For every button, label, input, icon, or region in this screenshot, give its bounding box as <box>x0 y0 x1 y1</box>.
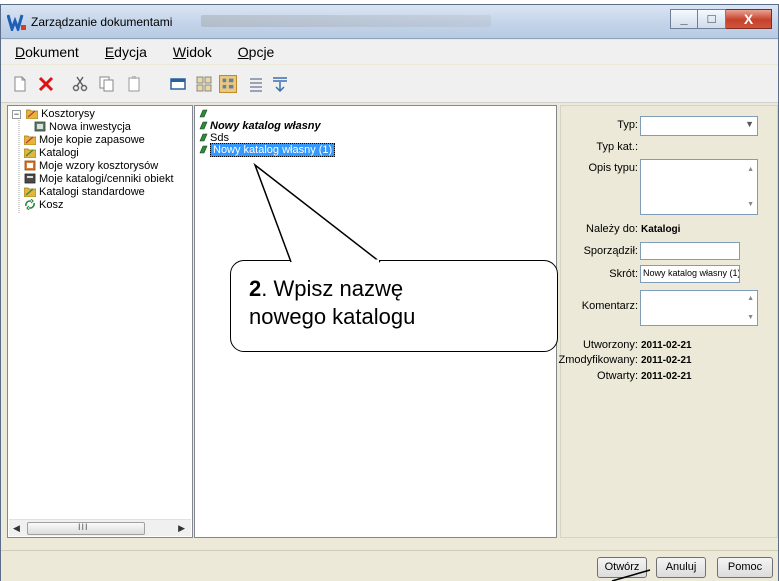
chevron-down-icon[interactable]: ▼ <box>745 119 754 129</box>
window-controls: _ □ X <box>670 9 772 29</box>
close-button[interactable]: X <box>726 9 772 29</box>
details-view-icon[interactable] <box>219 75 237 93</box>
typ-select[interactable]: ▼ <box>640 116 758 136</box>
menu-bar: Dokument Edycja Widok Opcje <box>1 40 778 64</box>
anuluj-button[interactable]: Anuluj <box>656 557 706 578</box>
document-list: Nowy katalog własny Sds Nowy katalog wła… <box>199 108 336 157</box>
tree-item-katalogi-standardowe[interactable]: Katalogi standardowe <box>12 186 174 199</box>
close-icon: X <box>743 11 754 27</box>
window-title: Zarządzanie dokumentami <box>31 15 173 29</box>
menu-edycja[interactable]: Edycja <box>105 44 147 60</box>
skrot-label: Skrót: <box>609 268 638 280</box>
tree-item-moje-wzory-kosztorysow[interactable]: Moje wzory kosztorysów <box>12 160 174 173</box>
nalezy-do-value: Katalogi <box>641 224 681 235</box>
catalog-icon <box>199 109 208 118</box>
utworzony-value: 2011-02-21 <box>641 340 692 351</box>
tree-item-moje-katalogi-cenniki[interactable]: Moje katalogi/cenniki obiekt <box>12 173 174 186</box>
tree-item-katalogi[interactable]: Katalogi <box>12 147 174 160</box>
catalog-icon <box>199 121 208 130</box>
skrot-field[interactable]: Nowy katalog własny (1) <box>640 265 740 283</box>
tree-item-moje-kopie-zapasowe[interactable]: Moje kopie zapasowe <box>12 134 174 147</box>
typ-kat-label: Typ kat.: <box>596 141 638 153</box>
tree-connector-lines <box>18 120 20 213</box>
zmodyfikowany-label: Zmodyfikowany: <box>558 354 638 366</box>
tree-item-kosztorysy[interactable]: − Kosztorysy <box>12 108 174 121</box>
nalezy-do-label: Należy do: <box>586 223 638 235</box>
list-item[interactable] <box>199 108 335 120</box>
menu-opcje[interactable]: Opcje <box>238 44 275 60</box>
list-item-selected[interactable]: Nowy katalog własny (1) <box>199 143 336 157</box>
callout-text: 2. Wpisz nazwę nowego katalogu <box>249 275 415 331</box>
horizontal-scrollbar[interactable]: ◀ III ▶ <box>9 519 191 536</box>
scroll-down-icon[interactable]: ▼ <box>747 201 754 208</box>
typ-label: Typ: <box>617 119 638 131</box>
sporzadzil-field[interactable] <box>640 242 740 260</box>
otworz-button[interactable]: Otwórz <box>597 557 647 578</box>
properties-pane: Typ: ▼ Typ kat.: Opis typu: ▲ ▼ Należy d… <box>558 105 778 538</box>
document-icon <box>34 121 46 132</box>
maximize-button[interactable]: □ <box>698 9 726 29</box>
sporzadzil-label: Sporządził: <box>583 245 638 257</box>
opis-typu-field[interactable]: ▲ ▼ <box>640 159 758 215</box>
catalog-icon <box>199 145 208 154</box>
toolbar <box>1 65 778 103</box>
komentarz-field[interactable]: ▲ ▼ <box>640 290 758 326</box>
list-view-icon[interactable] <box>247 75 265 93</box>
scroll-right-icon[interactable]: ▶ <box>178 523 185 534</box>
scroll-left-icon[interactable]: ◀ <box>13 523 20 534</box>
scroll-down-icon[interactable]: ▼ <box>747 314 754 321</box>
folder-tree-pane: − Kosztorysy Nowa inwestycja Moje kopie … <box>7 105 193 538</box>
list-item[interactable]: Nowy katalog własny <box>199 120 335 132</box>
title-bar: Zarządzanie dokumentami _ □ X <box>1 5 778 39</box>
maximize-icon: □ <box>707 11 716 26</box>
otwarty-value: 2011-02-21 <box>641 371 692 382</box>
scroll-up-icon[interactable]: ▲ <box>747 295 754 302</box>
komentarz-label: Komentarz: <box>581 300 638 312</box>
menu-widok[interactable]: Widok <box>173 44 212 60</box>
catalog-icon <box>199 133 208 142</box>
pomoc-button[interactable]: Pomoc <box>717 557 773 578</box>
scroll-thumb[interactable]: III <box>27 522 145 535</box>
folder-icon <box>26 109 39 119</box>
scroll-up-icon[interactable]: ▲ <box>747 166 754 173</box>
menu-dokument[interactable]: Dokument <box>15 44 79 60</box>
opis-typu-label: Opis typu: <box>588 162 638 174</box>
delete-icon[interactable] <box>37 75 55 93</box>
collapse-icon[interactable]: − <box>12 110 21 119</box>
utworzony-label: Utworzony: <box>582 339 638 351</box>
app-logo-icon <box>7 14 26 31</box>
bottom-button-bar: Otwórz Anuluj Pomoc <box>1 550 778 581</box>
filter-icon[interactable] <box>271 75 289 93</box>
tree-item-nowa-inwestycja[interactable]: Nowa inwestycja <box>12 121 174 134</box>
folder-tree: − Kosztorysy Nowa inwestycja Moje kopie … <box>12 108 174 213</box>
new-document-icon[interactable] <box>11 75 29 93</box>
zmodyfikowany-value: 2011-02-21 <box>641 355 692 366</box>
tree-item-kosz[interactable]: Kosz <box>12 199 174 212</box>
instruction-callout: 2. Wpisz nazwę nowego katalogu <box>230 260 558 352</box>
minimize-icon: _ <box>680 11 688 26</box>
large-icons-view-icon[interactable] <box>195 75 213 93</box>
copy-icon[interactable] <box>97 75 115 93</box>
otwarty-label: Otwarty: <box>597 370 638 382</box>
blurred-title-area <box>201 15 491 27</box>
callout-line2: nowego katalogu <box>249 304 416 329</box>
callout-line1: . Wpisz nazwę <box>261 276 404 301</box>
cut-icon[interactable] <box>71 75 89 93</box>
paste-icon[interactable] <box>125 75 143 93</box>
rename-edit-field[interactable]: Nowy katalog własny (1) <box>210 143 336 157</box>
window-icon[interactable] <box>169 75 187 93</box>
minimize-button[interactable]: _ <box>670 9 698 29</box>
callout-step-number: 2 <box>249 276 262 301</box>
